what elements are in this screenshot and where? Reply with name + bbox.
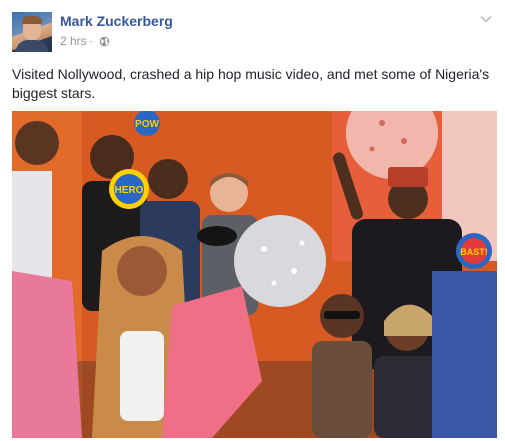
balloon-sparkle	[261, 246, 267, 252]
post-photo[interactable]: POW HERO BAST!	[12, 111, 497, 438]
person-face	[117, 246, 167, 296]
balloon-sparkle	[271, 280, 277, 286]
pow-sign-text: POW	[135, 119, 159, 130]
bast-sign: BAST!	[456, 233, 492, 269]
pink-pompom-left	[12, 271, 82, 438]
person-shirt	[312, 341, 372, 438]
hero-sign-text: HERO	[115, 185, 144, 196]
person-hat	[388, 167, 428, 187]
avatar-hair	[22, 16, 42, 24]
person-face	[148, 159, 188, 199]
person-face	[15, 121, 59, 165]
group-photo-illustration: POW HERO BAST!	[12, 111, 497, 438]
post-text: Visited Nollywood, crashed a hip hop mus…	[12, 66, 490, 101]
balloon-dot	[379, 120, 385, 126]
chevron-down-icon[interactable]	[479, 12, 493, 26]
balloon-sparkle	[299, 240, 305, 246]
balloon-dot	[401, 138, 407, 144]
silver-balloon	[234, 215, 326, 307]
bast-sign-text: BAST!	[460, 247, 488, 257]
balloon-sparkle	[291, 268, 297, 274]
post-meta: 2 hrs ·	[60, 34, 110, 48]
globe-icon[interactable]	[99, 36, 110, 47]
lips-prop	[197, 226, 237, 246]
author-avatar[interactable]	[12, 12, 52, 52]
meta-separator: ·	[88, 34, 93, 48]
facebook-post: Mark Zuckerberg 2 hrs · Visited Nollywoo…	[0, 0, 505, 441]
pow-sign: POW	[134, 111, 160, 136]
hero-sign: HERO	[109, 169, 149, 209]
avatar-shirt	[16, 40, 48, 52]
person-patterned-dress	[432, 271, 497, 438]
person-dress	[120, 331, 164, 421]
balloon-dot	[369, 146, 375, 152]
author-name-link[interactable]: Mark Zuckerberg	[60, 13, 173, 29]
sunglasses	[324, 311, 360, 319]
timestamp-link[interactable]: 2 hrs	[60, 34, 87, 48]
